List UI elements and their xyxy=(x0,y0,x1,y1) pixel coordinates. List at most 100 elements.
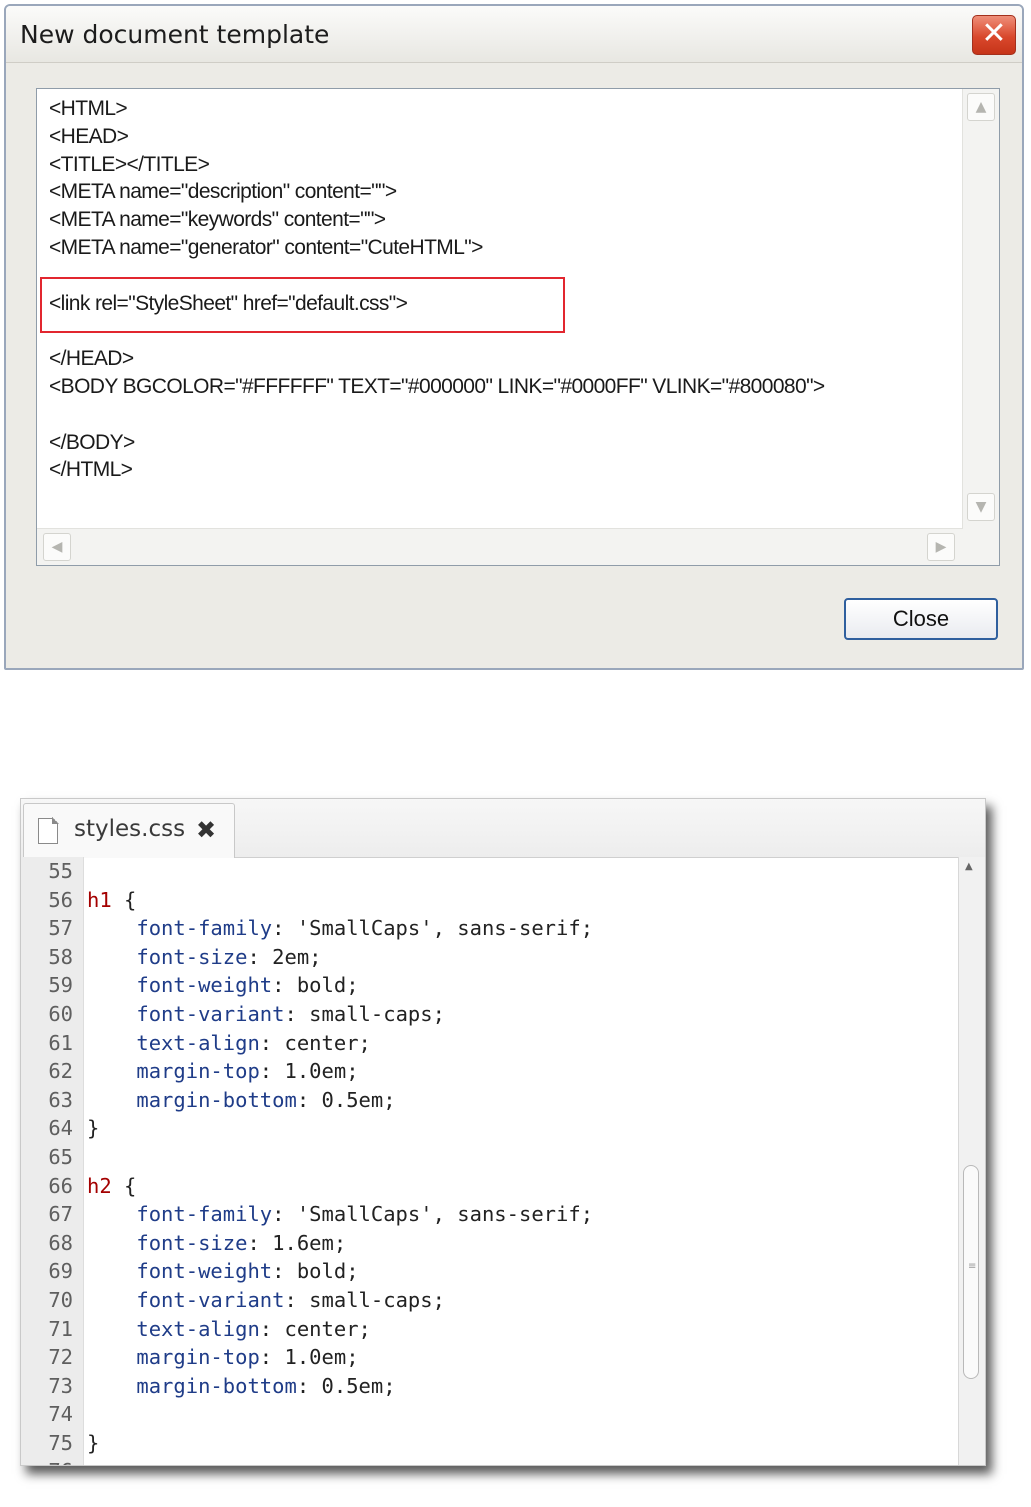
line-number: 58 xyxy=(48,944,73,969)
template-vertical-scrollbar[interactable]: ▲ ▼ xyxy=(962,89,999,529)
css-property: font-weight xyxy=(87,973,273,998)
file-icon xyxy=(38,817,59,844)
template-editor[interactable]: <HTML> <HEAD> <TITLE></TITLE> <META name="d… xyxy=(36,88,1000,566)
css-editor-window: styles.css ✖ 55 56 h1 {57 font-family: 'Sm… xyxy=(20,798,986,1466)
code-text: font-size: 2em; xyxy=(87,943,322,972)
css-value: : 0.5em; xyxy=(296,1373,396,1398)
tab-label: styles.css xyxy=(74,816,186,842)
line-number: 72 xyxy=(48,1345,73,1370)
code-text: font-variant: small-caps; xyxy=(87,1000,445,1029)
template-line: <META name="description" content=""> xyxy=(49,180,397,204)
css-value: : bold; xyxy=(272,1259,359,1284)
scrollbar-thumb[interactable]: ≡ xyxy=(963,1165,979,1379)
template-line: </HEAD> xyxy=(49,347,134,371)
code-line: 74 xyxy=(21,1400,957,1429)
css-property: font-weight xyxy=(87,1259,273,1284)
code-text: font-family: 'SmallCaps', sans-serif; xyxy=(87,1200,593,1229)
code-text: font-weight: bold; xyxy=(87,971,359,1000)
code-line: 62 margin-top: 1.0em; xyxy=(21,1057,957,1086)
line-number: 73 xyxy=(48,1373,73,1398)
template-horizontal-scrollbar[interactable]: ◀ ▶ xyxy=(37,528,963,565)
css-property: margin-bottom xyxy=(87,1087,297,1112)
css-value: { xyxy=(111,887,137,912)
code-line: 58 font-size: 2em; xyxy=(21,943,957,972)
css-property: text-align xyxy=(87,1030,260,1055)
dialog-titlebar[interactable]: New document template ✕ xyxy=(6,6,1022,63)
code-line: 55 xyxy=(21,857,957,886)
code-line: 66 h2 { xyxy=(21,1172,957,1201)
code-line: 69 font-weight: bold; xyxy=(21,1257,957,1286)
code-text: margin-bottom: 0.5em; xyxy=(87,1086,396,1115)
code-line: 75} xyxy=(21,1429,957,1458)
code-line: 65 xyxy=(21,1143,957,1172)
highlight-box xyxy=(40,277,565,333)
line-number: 65 xyxy=(48,1144,73,1169)
tab-styles-css[interactable]: styles.css ✖ xyxy=(23,803,235,858)
code-text: } xyxy=(87,1114,99,1143)
css-selector: h2 xyxy=(87,1173,112,1198)
css-value: : 2em; xyxy=(247,944,322,969)
css-value: : 'SmallCaps', sans-serif; xyxy=(272,916,594,941)
template-line: <HEAD> xyxy=(49,124,129,148)
code-line: 64} xyxy=(21,1114,957,1143)
code-line: 60 font-variant: small-caps; xyxy=(21,1000,957,1029)
code-line: 67 font-family: 'SmallCaps', sans-serif; xyxy=(21,1200,957,1229)
code-text: font-weight: bold; xyxy=(87,1257,359,1286)
line-number: 70 xyxy=(48,1287,73,1312)
code-line: 71 text-align: center; xyxy=(21,1315,957,1344)
css-value: } xyxy=(87,1116,100,1141)
line-number: 60 xyxy=(48,1001,73,1026)
template-line: <HTML> xyxy=(49,97,128,120)
line-number: 61 xyxy=(48,1030,73,1055)
code-text: font-size: 1.6em; xyxy=(87,1229,346,1258)
code-line: 73 margin-bottom: 0.5em; xyxy=(21,1372,957,1401)
template-line: </HTML> xyxy=(49,458,133,482)
css-property: text-align xyxy=(87,1316,260,1341)
css-value: : 0.5em; xyxy=(296,1087,396,1112)
scrollbar-corner xyxy=(963,529,999,565)
code-text: font-variant: small-caps; xyxy=(87,1286,445,1315)
css-value: } xyxy=(87,1430,100,1455)
css-value: : small-caps; xyxy=(284,1287,445,1312)
scroll-up-icon[interactable]: ▲ xyxy=(965,861,973,872)
code-line: 76 xyxy=(21,1457,957,1465)
css-value: : bold; xyxy=(272,973,359,998)
code-text: margin-top: 1.0em; xyxy=(87,1343,359,1372)
line-number: 69 xyxy=(48,1259,73,1284)
line-number: 55 xyxy=(48,859,73,883)
line-number: 76 xyxy=(21,1457,73,1465)
code-line: 57 font-family: 'SmallCaps', sans-serif; xyxy=(21,914,957,943)
close-icon[interactable]: ✕ xyxy=(972,15,1016,55)
line-number: 59 xyxy=(48,973,73,998)
css-value: : 1.0em; xyxy=(259,1059,359,1084)
css-value: : small-caps; xyxy=(284,1001,445,1026)
code-text: font-family: 'SmallCaps', sans-serif; xyxy=(87,914,593,943)
css-value: : center; xyxy=(259,1316,371,1341)
scroll-left-icon[interactable]: ◀ xyxy=(43,533,71,561)
css-selector: h1 xyxy=(87,887,112,912)
line-number: 66 xyxy=(48,1173,73,1198)
tab-close-icon[interactable]: ✖ xyxy=(196,816,216,844)
close-button[interactable]: Close xyxy=(844,598,998,640)
template-line: </BODY> xyxy=(49,430,135,454)
code-vertical-scrollbar[interactable]: ▲ ≡ xyxy=(958,857,985,1465)
dialog-title: New document template xyxy=(20,20,330,49)
css-property: font-family xyxy=(87,916,273,941)
scroll-down-icon[interactable]: ▼ xyxy=(967,493,995,521)
css-property: font-family xyxy=(87,1202,273,1227)
css-value: : 1.0em; xyxy=(259,1345,359,1370)
scroll-right-icon[interactable]: ▶ xyxy=(927,533,955,561)
code-line: 63 margin-bottom: 0.5em; xyxy=(21,1086,957,1115)
code-text: h2 { xyxy=(87,1172,136,1201)
code-line: 56 h1 { xyxy=(21,886,957,915)
line-number: 67 xyxy=(48,1202,73,1227)
scroll-up-icon[interactable]: ▲ xyxy=(967,93,995,121)
code-line: 68 font-size: 1.6em; xyxy=(21,1229,957,1258)
code-text: text-align: center; xyxy=(87,1315,371,1344)
line-number: 57 xyxy=(48,916,73,941)
line-number: 68 xyxy=(48,1230,73,1255)
code-text: margin-bottom: 0.5em; xyxy=(87,1372,396,1401)
code-area[interactable]: 55 56 h1 {57 font-family: 'SmallCaps', san… xyxy=(21,857,957,1465)
code-line: 61 text-align: center; xyxy=(21,1029,957,1058)
template-line: <META name="generator" content="CuteHTML… xyxy=(49,235,483,259)
